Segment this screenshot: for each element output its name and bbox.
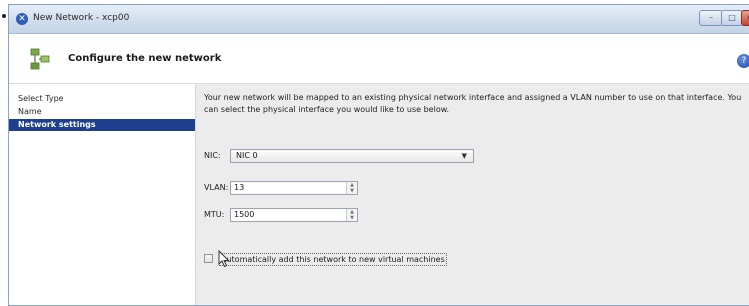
mtu-label: MTU: <box>204 210 225 219</box>
mtu-decrement-icon[interactable]: ▼ <box>347 215 357 221</box>
page-title: Configure the new network <box>68 53 222 64</box>
close-button[interactable]: × <box>741 10 749 26</box>
auto-add-label[interactable]: Automatically add this network to new vi… <box>219 253 447 266</box>
mtu-stepper[interactable]: 1500 ▲ ▼ <box>230 208 358 222</box>
help-icon[interactable]: ? <box>737 54 749 68</box>
mtu-spin-buttons[interactable]: ▲ ▼ <box>346 209 357 221</box>
new-network-dialog: ✕ New Network - xcp00 – □ × Configure th… <box>8 4 749 306</box>
window-title: New Network - xcp00 <box>33 13 130 23</box>
xencenter-app-icon: ✕ <box>16 13 28 25</box>
vlan-label: VLAN: <box>204 183 229 192</box>
maximize-button[interactable]: □ <box>721 10 743 26</box>
network-settings-panel: Your new network will be mapped to an ex… <box>196 84 749 305</box>
bullet-dot <box>2 14 6 18</box>
dropdown-arrow-icon[interactable]: ▼ <box>462 150 467 162</box>
mtu-value[interactable]: 1500 <box>234 210 254 219</box>
vlan-stepper[interactable]: 13 ▲ ▼ <box>230 181 358 195</box>
vlan-value[interactable]: 13 <box>234 183 244 192</box>
wizard-steps-sidebar: Select Type Name Network settings <box>9 84 196 305</box>
nic-select[interactable]: NIC 0 ▼ <box>230 149 474 163</box>
sidebar-item-select-type[interactable]: Select Type <box>9 93 195 105</box>
wizard-header: Configure the new network ? <box>9 34 749 84</box>
minimize-button[interactable]: – <box>699 10 723 26</box>
vlan-decrement-icon[interactable]: ▼ <box>347 188 357 194</box>
network-wizard-icon <box>30 48 50 70</box>
vlan-spin-buttons[interactable]: ▲ ▼ <box>346 182 357 194</box>
title-bar[interactable]: ✕ New Network - xcp00 – □ × <box>9 5 749 34</box>
mouse-cursor-icon <box>218 250 230 268</box>
auto-add-checkbox[interactable] <box>204 254 213 263</box>
sidebar-item-network-settings[interactable]: Network settings <box>9 119 195 131</box>
instructions-text: Your new network will be mapped to an ex… <box>204 93 742 114</box>
nic-selected-value: NIC 0 <box>236 151 258 160</box>
nic-label: NIC: <box>204 151 221 160</box>
sidebar-item-name[interactable]: Name <box>9 106 195 118</box>
